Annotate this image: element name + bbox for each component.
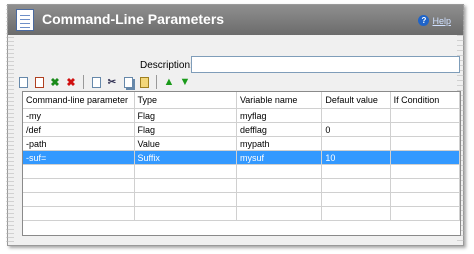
parameters-table: Command-line parameter Type Variable nam… (22, 91, 461, 236)
check-icon[interactable]: ✖ (48, 75, 62, 89)
column-header-type[interactable]: Type (134, 92, 237, 109)
table-cell[interactable] (390, 108, 460, 123)
edit-icon[interactable] (32, 75, 46, 89)
dialog-title: Command-Line Parameters (42, 11, 225, 27)
document-icon (16, 9, 34, 31)
paste-icon[interactable] (137, 75, 151, 89)
table-cell[interactable] (390, 136, 460, 151)
cut-icon[interactable]: ✂ (105, 75, 119, 89)
description-label: Description: (140, 60, 193, 71)
table-row-empty[interactable] (23, 164, 460, 179)
column-header-variable[interactable]: Variable name (236, 92, 323, 109)
help-link[interactable]: Help (432, 16, 451, 26)
table-cell[interactable]: Flag (134, 108, 237, 123)
table-cell[interactable]: defflag (236, 122, 323, 137)
duplicate-icon[interactable] (121, 75, 135, 89)
table-cell[interactable]: myflag (236, 108, 323, 123)
table-row-empty[interactable] (23, 206, 460, 221)
table-cell[interactable] (321, 136, 391, 151)
table-cell[interactable] (321, 108, 391, 123)
title-bar: Command-Line Parameters ? Help (8, 5, 463, 35)
table-cell[interactable] (390, 150, 460, 165)
table-row-empty[interactable] (23, 192, 460, 207)
column-header-condition[interactable]: If Condition (390, 92, 460, 109)
table-row-empty[interactable] (23, 178, 460, 193)
copy-icon[interactable] (89, 75, 103, 89)
table-cell[interactable]: 10 (321, 150, 391, 165)
table-header-row: Command-line parameter Type Variable nam… (23, 92, 460, 109)
toolbar-separator (156, 75, 157, 89)
toolbar: ✖ ✖ ✂ ▲ ▼ (16, 74, 192, 90)
table-cell[interactable]: Value (134, 136, 237, 151)
column-header-default[interactable]: Default value (321, 92, 391, 109)
table-row[interactable]: /def Flag defflag 0 (23, 122, 460, 137)
table-cell[interactable]: mypath (236, 136, 323, 151)
help-link-group[interactable]: ? Help (418, 15, 451, 26)
table-cell[interactable]: 0 (321, 122, 391, 137)
table-row[interactable]: -my Flag myflag (23, 108, 460, 123)
column-header-parameter[interactable]: Command-line parameter (23, 92, 135, 109)
new-icon[interactable] (16, 75, 30, 89)
move-up-icon[interactable]: ▲ (162, 75, 176, 89)
help-icon[interactable]: ? (418, 15, 430, 26)
table-row[interactable]: -path Value mypath (23, 136, 460, 151)
delete-icon[interactable]: ✖ (64, 75, 78, 89)
table-cell[interactable]: -path (23, 136, 135, 151)
move-down-icon[interactable]: ▼ (178, 75, 192, 89)
table-cell[interactable]: -my (23, 108, 135, 123)
table-cell[interactable]: /def (23, 122, 135, 137)
table-cell[interactable] (390, 122, 460, 137)
description-input[interactable] (191, 56, 460, 73)
toolbar-separator (83, 75, 84, 89)
dialog-frame: Command-Line Parameters ? Help Descripti… (6, 4, 465, 246)
table-cell[interactable]: -suf= (23, 150, 135, 165)
table-cell[interactable]: mysuf (236, 150, 323, 165)
table-row-selected[interactable]: -suf= Suffix mysuf 10 (23, 150, 460, 165)
torn-edge-left (6, 5, 14, 245)
table-cell[interactable]: Flag (134, 122, 237, 137)
table-cell[interactable]: Suffix (134, 150, 237, 165)
